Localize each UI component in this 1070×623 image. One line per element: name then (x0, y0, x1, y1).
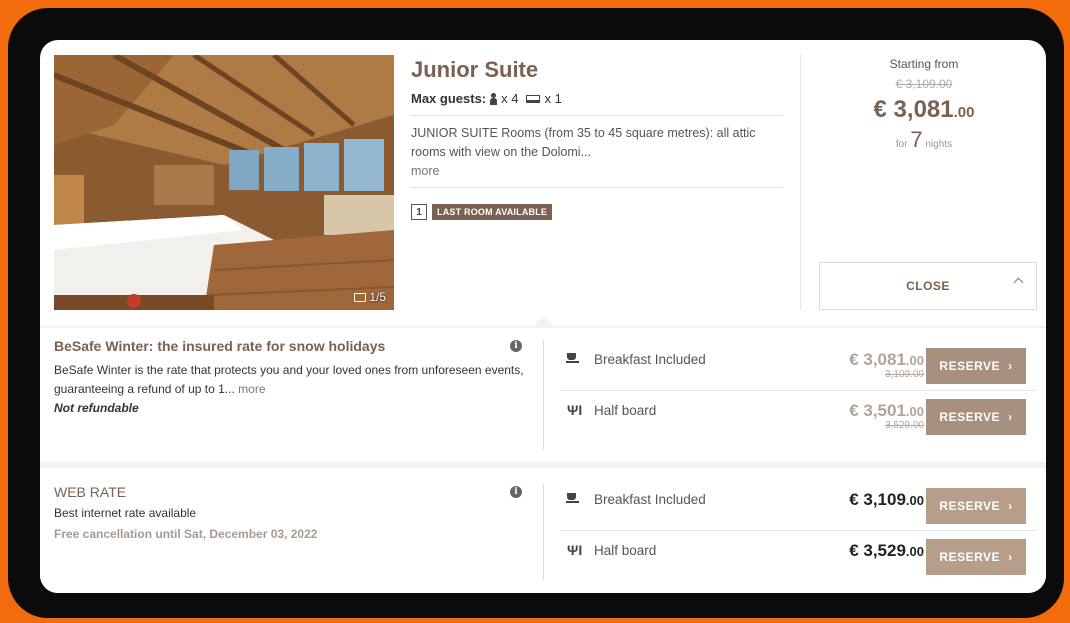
board-option-breakfast: Breakfast Included € 3,081.00 3,109.00 R… (560, 340, 1036, 389)
board-label: Half board (594, 403, 657, 418)
rate-description: BeSafe Winter is the rate that protects … (54, 363, 524, 396)
cutlery-icon: ΨΙ (567, 542, 583, 558)
close-button[interactable]: CLOSE (819, 262, 1037, 310)
nights-info: for 7 nights (895, 127, 953, 152)
photo-counter[interactable]: 1/5 (354, 290, 386, 304)
chevron-right-icon: › (1008, 359, 1013, 373)
room-photo[interactable]: 1/5 (54, 55, 394, 310)
rate-info: WEB RATE Best internet rate available Fr… (54, 484, 526, 541)
room-more-link[interactable]: more (411, 164, 439, 178)
info-icon[interactable]: i (510, 340, 522, 352)
reserve-button[interactable]: RESERVE › (926, 488, 1026, 524)
rate-besafe-winter: BeSafe Winter: the insured rate for snow… (40, 328, 1046, 462)
person-icon (490, 92, 498, 105)
availability-count: 1 (411, 204, 427, 220)
price-summary: Starting from € 3,109.00 € 3,081.00 for … (810, 57, 1038, 153)
room-photo-illustration (54, 55, 394, 310)
board-option-half-board: ΨΙ Half board € 3,501.00 3,529.00 RESERV… (560, 390, 1036, 439)
coffee-cup-icon (566, 353, 580, 363)
board-option-breakfast: Breakfast Included € 3,109.00 RESERVE › (560, 480, 1036, 529)
room-info: Junior Suite Max guests: x 4 x 1 JUNIOR … (411, 57, 783, 220)
board-label: Breakfast Included (594, 492, 706, 507)
rate-info: BeSafe Winter: the insured rate for snow… (54, 338, 526, 415)
rate-web-rate: WEB RATE Best internet rate available Fr… (40, 468, 1046, 593)
board-option-half-board: ΨΙ Half board € 3,529.00 RESERVE › (560, 530, 1036, 579)
chevron-up-icon (1013, 277, 1024, 288)
chevron-right-icon: › (1008, 410, 1013, 424)
room-description: JUNIOR SUITE Rooms (from 35 to 45 square… (411, 126, 756, 178)
rate-name: BeSafe Winter: the insured rate for snow… (54, 338, 386, 354)
room-card: 1/5 Junior Suite Max guests: x 4 x 1 JUN… (40, 40, 1046, 593)
divider (411, 187, 783, 188)
availability-label: LAST ROOM AVAILABLE (432, 204, 553, 220)
divider (543, 484, 544, 580)
reserve-button[interactable]: RESERVE › (926, 399, 1026, 435)
rate-description: Best internet rate available (54, 506, 197, 520)
board-price: € 3,501.00 3,529.00 (849, 401, 924, 431)
chevron-right-icon: › (1008, 550, 1013, 564)
rate-policy: Free cancellation until Sat, December 03… (54, 527, 318, 541)
rates-section: BeSafe Winter: the insured rate for snow… (40, 316, 1046, 593)
gallery-icon (354, 292, 367, 302)
divider (800, 54, 801, 310)
board-price: € 3,109.00 (849, 490, 924, 509)
max-guests: Max guests: x 4 x 1 (411, 91, 783, 106)
board-label: Half board (594, 543, 657, 558)
availability-badge: 1 LAST ROOM AVAILABLE (411, 204, 783, 220)
chevron-right-icon: › (1008, 499, 1013, 513)
beds-count: x 1 (544, 91, 562, 106)
coffee-cup-icon (566, 493, 580, 503)
divider (411, 115, 783, 116)
rate-more-link[interactable]: more (238, 382, 265, 396)
starting-from-label: Starting from (889, 57, 959, 71)
bed-icon (526, 94, 541, 103)
guests-count: x 4 (501, 91, 519, 106)
rate-name: WEB RATE (54, 484, 127, 500)
board-old-price: 3,529.00 (885, 420, 924, 431)
reserve-button[interactable]: RESERVE › (926, 539, 1026, 575)
info-icon[interactable]: i (510, 486, 522, 498)
board-price: € 3,081.00 3,109.00 (849, 350, 924, 380)
board-price: € 3,529.00 (849, 541, 924, 560)
board-old-price: 3,109.00 (885, 369, 924, 380)
room-title: Junior Suite (411, 57, 539, 82)
max-guests-label: Max guests: (411, 91, 487, 106)
main-price: € 3,081.00 (873, 96, 975, 123)
rate-policy: Not refundable (54, 401, 139, 415)
divider (543, 340, 544, 450)
reserve-button[interactable]: RESERVE › (926, 348, 1026, 384)
cutlery-icon: ΨΙ (567, 402, 583, 418)
old-price: € 3,109.00 (895, 77, 953, 91)
board-label: Breakfast Included (594, 352, 706, 367)
